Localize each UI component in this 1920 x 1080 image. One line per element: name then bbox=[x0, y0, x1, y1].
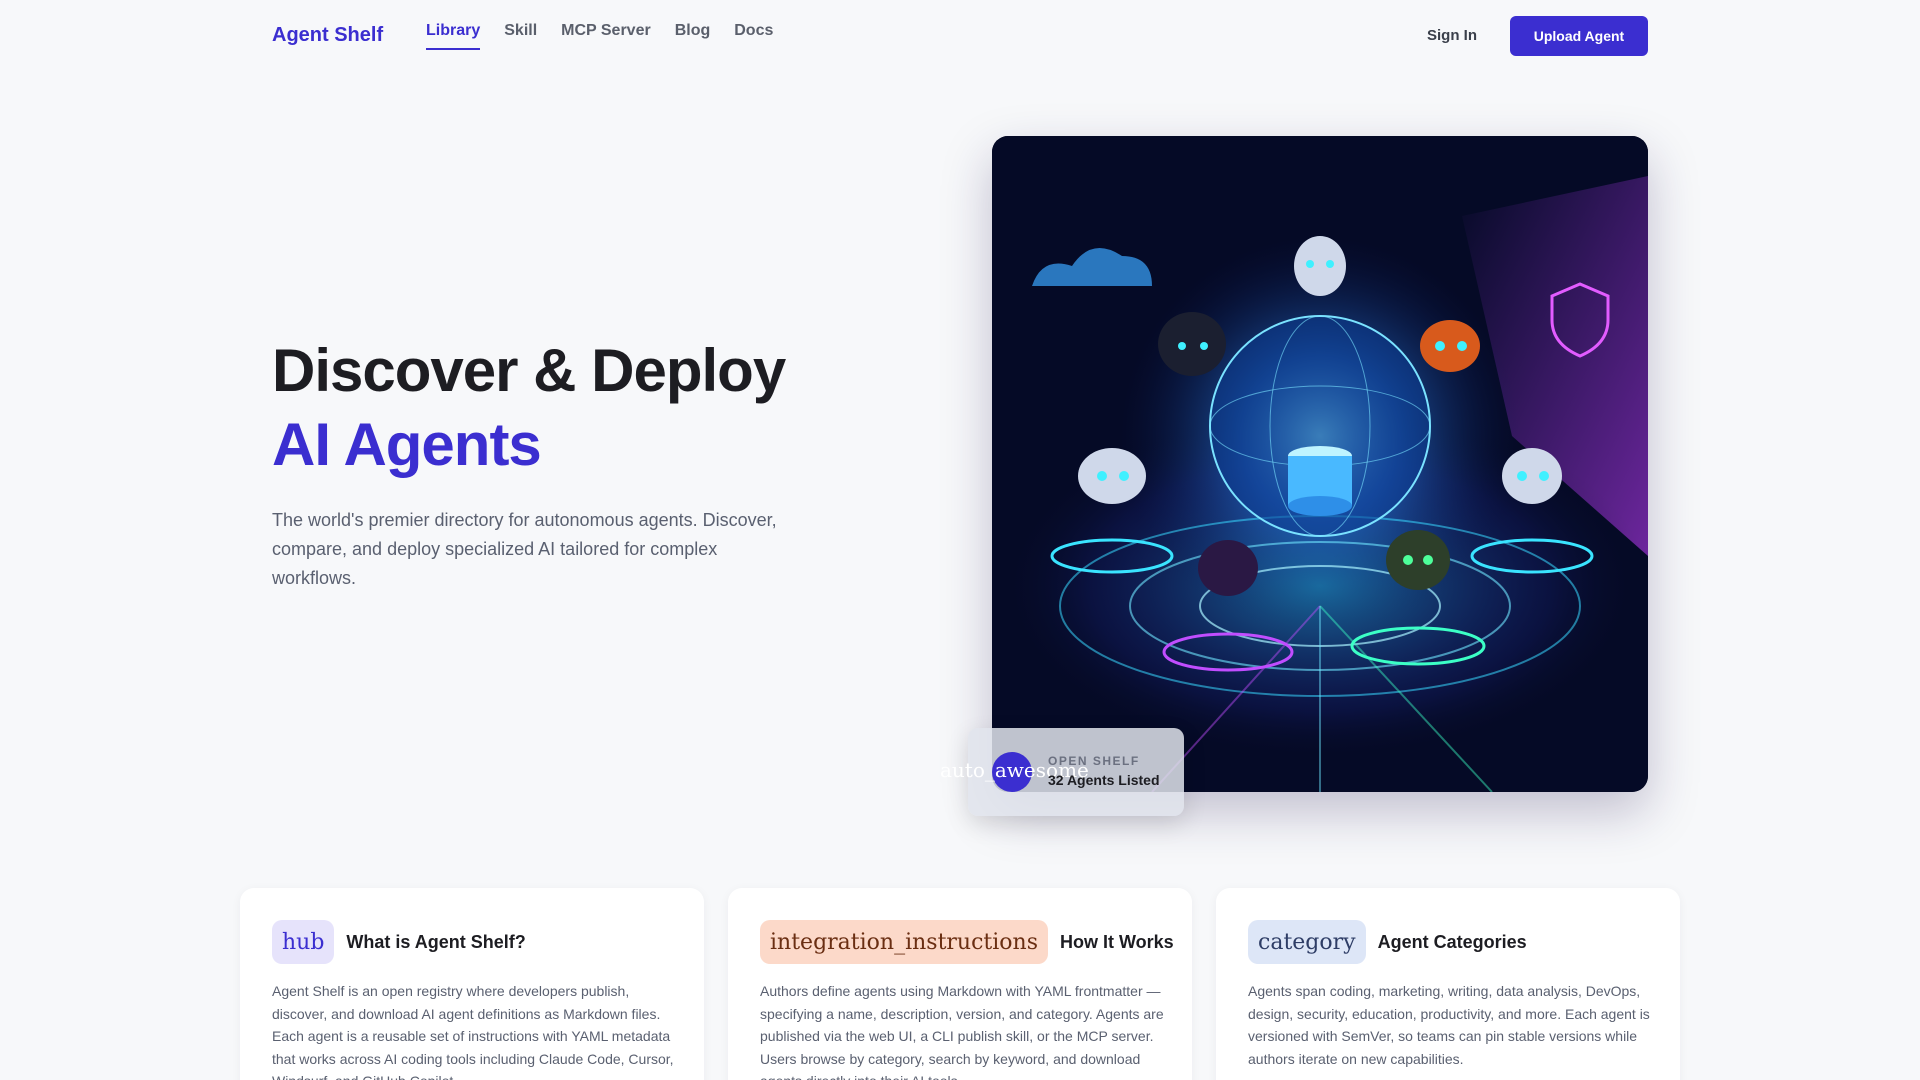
card-title: What is Agent Shelf? bbox=[346, 931, 526, 952]
hero-illustration bbox=[992, 136, 1648, 792]
nav-link-docs[interactable]: Docs bbox=[734, 22, 773, 50]
hub-icon: hub bbox=[272, 920, 335, 964]
card-title: Agent Categories bbox=[1377, 931, 1527, 952]
top-navigation: Agent Shelf Library Skill MCP Server Blo… bbox=[0, 0, 1920, 72]
open-shelf-badge: auto_awesome OPEN SHELF 32 Agents Listed bbox=[940, 728, 1184, 816]
nav-link-mcp-server[interactable]: MCP Server bbox=[561, 22, 651, 50]
integration-instructions-icon: integration_instructions bbox=[760, 920, 1048, 964]
card-body: Agent Shelf is an open registry where de… bbox=[272, 983, 674, 1080]
brand-logo[interactable]: Agent Shelf bbox=[272, 24, 383, 47]
hero-title-accent: AI Agents bbox=[272, 411, 542, 478]
sign-in-link[interactable]: Sign In bbox=[1427, 27, 1477, 44]
info-card-categories: category Agent Categories Agents span co… bbox=[1216, 888, 1680, 1080]
ai-agents-illustration bbox=[992, 136, 1648, 792]
category-icon: category bbox=[1248, 920, 1366, 964]
hero-description: The world's premier directory for autono… bbox=[272, 510, 777, 588]
nav-link-blog[interactable]: Blog bbox=[675, 22, 711, 50]
hero-title: Discover & Deploy bbox=[272, 337, 786, 404]
badge-label: OPEN SHELF bbox=[1048, 754, 1140, 768]
agents-count: 32 Agents Listed bbox=[1048, 772, 1160, 788]
nav-link-skill[interactable]: Skill bbox=[504, 22, 537, 50]
nav-link-library[interactable]: Library bbox=[426, 22, 481, 50]
card-body: Authors define agents using Markdown wit… bbox=[760, 983, 1164, 1080]
card-body: Agents span coding, marketing, writing, … bbox=[1248, 983, 1650, 1067]
nav-links: Library Skill MCP Server Blog Docs bbox=[426, 22, 773, 50]
upload-agent-button[interactable]: Upload Agent bbox=[1510, 16, 1648, 56]
info-card-how-it-works: integration_instructions How It Works Au… bbox=[728, 888, 1192, 1080]
card-title: How It Works bbox=[1060, 931, 1174, 952]
info-card-what-is: hub What is Agent Shelf? Agent Shelf is … bbox=[240, 888, 704, 1080]
